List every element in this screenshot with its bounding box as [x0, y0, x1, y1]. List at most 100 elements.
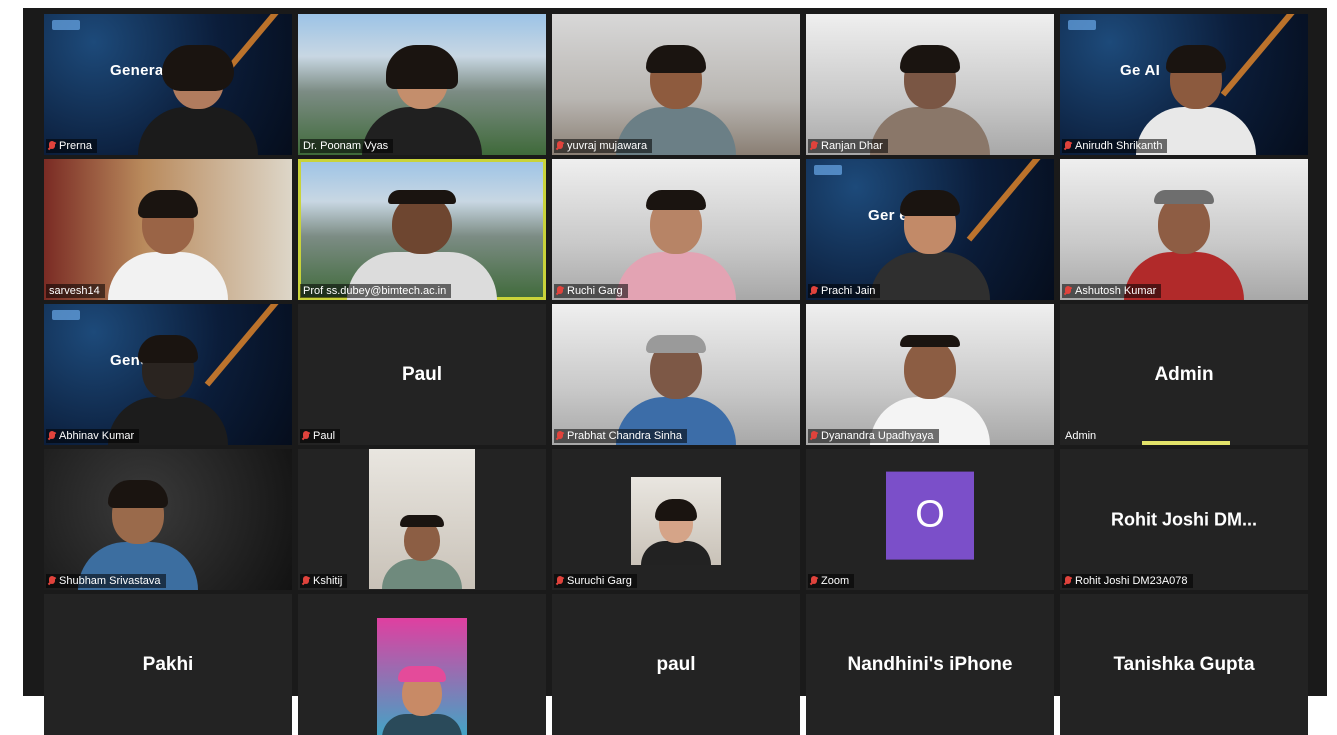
participant-tile[interactable]: Pakhi [44, 594, 292, 735]
participant-name-tag: Prabhat Chandra Sinha [554, 429, 687, 443]
participant-name: Prabhat Chandra Sinha [567, 430, 682, 442]
participant-tile[interactable]: Ruchi Garg [552, 159, 800, 300]
participant-name-tag: Suruchi Garg [554, 574, 637, 588]
participant-name: Ranjan Dhar [821, 140, 883, 152]
mic-muted-icon [1065, 286, 1071, 296]
participant-name-tag: Prof ss.dubey@bimtech.ac.in [300, 284, 452, 298]
mic-muted-icon [557, 576, 563, 586]
participant-name: Shubham Srivastava [59, 575, 161, 587]
participant-tile[interactable]: Dr. Poonam Vyas [298, 14, 546, 155]
participant-tile[interactable]: yuvraj mujawara [552, 14, 800, 155]
mic-muted-icon [303, 431, 309, 441]
participant-name: Ruchi Garg [567, 285, 623, 297]
participant-tile[interactable]: Suruchi Garg [552, 449, 800, 590]
participant-name-tag: Prachi Jain [808, 284, 881, 298]
participant-name: Kshitij [313, 575, 343, 587]
participant-name: sarvesh14 [49, 285, 100, 297]
participant-video [870, 190, 990, 300]
participant-name-tag: Zoom [808, 574, 855, 588]
mic-muted-icon [557, 286, 563, 296]
participant-photo [631, 477, 721, 565]
participant-video [382, 515, 462, 589]
participant-display-name: Rohit Joshi DM... [1111, 509, 1257, 529]
participant-name: Rohit Joshi DM23A078 [1075, 575, 1188, 587]
participant-display-name: Nandhini's iPhone [847, 653, 1013, 675]
participant-name: Admin [1065, 430, 1097, 442]
participant-tile[interactable]: Ger e AI Prachi Jain [806, 159, 1054, 300]
participant-name-tag: Rohit Joshi DM23A078 [1062, 574, 1193, 588]
mic-muted-icon [811, 576, 817, 586]
participant-tile[interactable]: Nandhini's iPhone [806, 594, 1054, 735]
participant-tile[interactable]: Dyanandra Upadhyaya [806, 304, 1054, 445]
participant-name: Dr. Poonam Vyas [303, 140, 389, 152]
participant-name-tag: Ruchi Garg [554, 284, 628, 298]
participant-name: Suruchi Garg [567, 575, 632, 587]
participant-name: Abhinav Kumar [59, 430, 135, 442]
participant-tile[interactable]: Ashutosh Kumar [1060, 159, 1308, 300]
mic-muted-icon [557, 141, 563, 151]
participant-name-tag: Ashutosh Kumar [1062, 284, 1162, 298]
participant-avatar: O [886, 471, 974, 560]
participant-portrait-video [369, 449, 475, 589]
mic-muted-icon [49, 431, 55, 441]
participant-name: Ashutosh Kumar [1075, 285, 1157, 297]
mic-muted-icon [49, 576, 55, 586]
participant-display-name: Admin [1154, 363, 1214, 385]
participant-name: Dyanandra Upadhyaya [821, 430, 934, 442]
participant-name-tag: Abhinav Kumar [46, 429, 140, 443]
participant-video [616, 190, 736, 300]
participant-tile[interactable]: O Zoom [806, 449, 1054, 590]
participant-video [137, 45, 258, 155]
participant-name-tag: Anirudh Shrikanth [1062, 139, 1168, 153]
participant-tile[interactable]: sarvesh14 [44, 159, 292, 300]
participant-name-tag: Prerna [46, 139, 98, 153]
participant-video [641, 499, 711, 565]
participant-name: Prof ss.dubey@bimtech.ac.in [303, 285, 447, 297]
video-gallery: Genera Prerna Dr. Poonam Vyas yuvraj muj… [23, 8, 1327, 735]
participant-tile[interactable]: Admin Admin [1060, 304, 1308, 445]
audio-level-indicator [1142, 441, 1230, 445]
participant-tile[interactable]: Ranjan Dhar [806, 14, 1054, 155]
participant-name: Prachi Jain [821, 285, 876, 297]
logo-icon [52, 20, 80, 30]
participant-display-name: Pakhi [142, 653, 194, 675]
participant-tile[interactable]: Kshitij [298, 449, 546, 590]
participant-tile[interactable]: paul [552, 594, 800, 735]
participant-name-tag: Shubham Srivastava [46, 574, 166, 588]
participant-video [382, 666, 462, 735]
participant-name-tag: Paul [300, 429, 341, 443]
logo-icon [814, 165, 842, 175]
participant-name-tag: Admin [1062, 429, 1101, 443]
participant-display-name: paul [656, 653, 696, 675]
participant-tile[interactable]: Genera Prerna [44, 14, 292, 155]
participant-tile[interactable]: Prabhat Chandra Sinha [552, 304, 800, 445]
participant-display-name: Paul [401, 363, 443, 385]
logo-icon [52, 310, 80, 320]
participant-photo [377, 618, 467, 735]
mic-muted-icon [811, 431, 817, 441]
mic-muted-icon [303, 576, 309, 586]
participant-tile[interactable]: Gene A Abhinav Kumar [44, 304, 292, 445]
participant-name: Prerna [59, 140, 93, 152]
participant-tile[interactable] [298, 594, 546, 735]
logo-icon [1068, 20, 1096, 30]
participant-tile[interactable]: Tanishka Gupta [1060, 594, 1308, 735]
participant-name-tag: Kshitij [300, 574, 348, 588]
mic-muted-icon [557, 431, 563, 441]
participant-tile-active-speaker[interactable]: Prof ss.dubey@bimtech.ac.in [298, 159, 546, 300]
mic-muted-icon [49, 141, 55, 151]
mic-muted-icon [1065, 141, 1071, 151]
participant-name-tag: Dyanandra Upadhyaya [808, 429, 939, 443]
participant-name-tag: Dr. Poonam Vyas [300, 139, 394, 153]
participant-video [870, 45, 990, 155]
participant-name: Paul [313, 430, 336, 442]
participant-display-name: Tanishka Gupta [1113, 653, 1255, 675]
participant-tile[interactable]: Rohit Joshi DM... Rohit Joshi DM23A078 [1060, 449, 1308, 590]
mic-muted-icon [1065, 576, 1071, 586]
participant-tile[interactable]: Ge AI Anirudh Shrikanth [1060, 14, 1308, 155]
mic-muted-icon [811, 286, 817, 296]
participant-tile[interactable]: Shubham Srivastava [44, 449, 292, 590]
participant-tile[interactable]: Paul Paul [298, 304, 546, 445]
participant-name-tag: sarvesh14 [46, 284, 105, 298]
participant-name-tag: Ranjan Dhar [808, 139, 888, 153]
